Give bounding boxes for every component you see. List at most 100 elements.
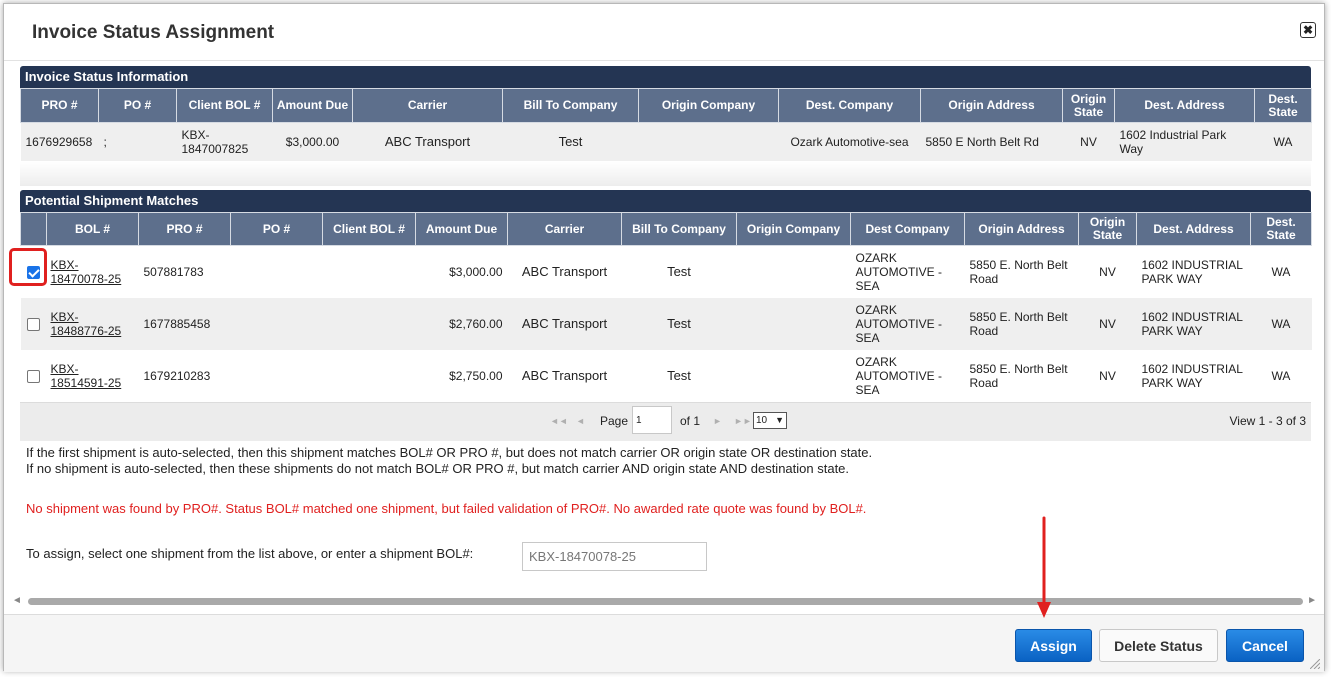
cell-carrier: ABC Transport [384,133,471,149]
bol-link[interactable]: KBX-18488776-25 [51,310,122,338]
next-page-icon[interactable]: ► [713,416,722,426]
col-header[interactable]: Bill To Company [621,212,737,246]
page-label: Page [600,414,629,428]
col-header[interactable]: PRO # [138,212,231,246]
cell-origin-state: NV [1080,134,1097,149]
chevron-down-icon: ▼ [775,415,784,425]
cell-pro: 1676929658 [25,134,93,149]
note-no-auto-selected: If no shipment is auto-selected, then th… [26,461,850,476]
col-header[interactable]: Origin Address [964,212,1079,246]
cell-bill-to: Test [667,367,691,383]
col-header[interactable]: Dest. Company [778,88,921,123]
cell-po [231,298,323,350]
assign-button[interactable]: Assign [1015,629,1092,662]
cell-origin-company [737,350,851,402]
rows-per-page-select[interactable]: 10 ▼ [753,412,787,429]
cell-origin-address: 5850 E North Belt Rd [925,134,1039,149]
row-checkbox[interactable] [26,317,40,331]
bol-input[interactable]: KBX-18470078-25 [522,542,707,571]
last-page-icon[interactable]: ►► [734,416,752,426]
cell-carrier: ABC Transport [521,315,608,331]
horizontal-scrollbar[interactable]: ◄ ► [12,594,1317,608]
col-header[interactable]: Origin State [1078,212,1137,246]
scroll-right-icon[interactable]: ► [1307,595,1317,606]
dialog-titlebar: Invoice Status Assignment ✖ [4,4,1324,61]
cell-amount-due: $3,000.00 [449,264,503,279]
prev-page-icon[interactable]: ◄ [576,416,585,426]
cell-dest-address: 1602 INDUSTRIAL PARK WAY [1141,309,1243,338]
cell-dest-company: Ozark Automotive-sea [790,134,909,149]
close-icon[interactable]: ✖ [1300,22,1316,38]
cell-dest-address: 1602 INDUSTRIAL PARK WAY [1141,361,1243,390]
col-header[interactable]: Dest. Address [1114,88,1255,123]
bol-link[interactable]: KBX-18514591-25 [51,362,122,390]
page-number-input[interactable]: 1 [632,406,672,434]
col-header[interactable]: PRO # [20,88,99,123]
delete-status-button[interactable]: Delete Status [1099,629,1218,662]
col-header[interactable]: Bill To Company [502,88,639,123]
table-row[interactable]: KBX-18470078-25 507881783 $3,000.00 ABC … [20,245,1312,298]
note-auto-selected: If the first shipment is auto-selected, … [26,445,873,460]
row-checkbox[interactable] [26,369,40,383]
view-count-label: View 1 - 3 of 3 [1229,414,1307,428]
grid-pager: ◄◄ ◄ Page 1 of 1 ► ►► 10 ▼ View 1 - 3 of … [20,402,1311,441]
col-header[interactable]: Client BOL # [322,212,416,246]
resize-grip-icon[interactable] [1310,659,1320,669]
shipment-matches-table: BOL # PRO # PO # Client BOL # Amount Due… [20,212,1312,402]
table-row[interactable]: KBX-18488776-25 1677885458 $2,760.00 ABC… [20,297,1312,350]
col-header[interactable]: PO # [230,212,323,246]
cell-bill-to: Test [667,315,691,331]
dialog-title: Invoice Status Assignment [32,22,275,43]
cell-dest-company: OZARK AUTOMOTIVE - SEA [855,354,942,397]
col-header[interactable]: Dest. State [1254,88,1312,123]
col-header[interactable]: Origin Company [638,88,779,123]
matches-section-title: Potential Shipment Matches [20,190,1311,212]
select-cell[interactable] [21,298,47,350]
rows-per-page-value: 10 [756,415,768,426]
cell-origin-address: 5850 E. North Belt Road [969,257,1068,286]
col-header[interactable]: Dest. State [1250,212,1312,246]
cell-dest-state: WA [1271,368,1291,383]
first-page-icon[interactable]: ◄◄ [550,416,568,426]
cell-client-bol [323,350,416,402]
col-header[interactable]: Carrier [507,212,622,246]
cell-amount-due: $3,000.00 [285,134,340,149]
col-header[interactable]: Origin State [1062,88,1115,123]
cell-dest-state: WA [1271,264,1291,279]
cell-po [231,350,323,402]
col-header[interactable]: Origin Company [736,212,851,246]
bol-link[interactable]: KBX-18470078-25 [51,258,122,286]
error-message: No shipment was found by PRO#. Status BO… [26,501,867,516]
cell-dest-address: 1602 INDUSTRIAL PARK WAY [1141,257,1243,286]
col-header-select [20,212,47,246]
select-cell[interactable] [21,350,47,402]
col-header[interactable]: Carrier [352,88,503,123]
scroll-left-icon[interactable]: ◄ [12,595,22,606]
col-header[interactable]: Amount Due [272,88,353,123]
col-header[interactable]: Amount Due [415,212,508,246]
col-header[interactable]: PO # [98,88,177,123]
cell-origin-state: NV [1099,368,1116,383]
checkbox-highlight-annotation [9,248,47,286]
cell-amount-due: $2,750.00 [449,368,503,383]
assign-prompt: To assign, select one shipment from the … [26,546,474,561]
scrollbar-thumb[interactable] [28,598,1303,605]
cell-client-bol [323,246,416,298]
cell-bill-to: Test [558,133,583,149]
col-header[interactable]: Origin Address [920,88,1063,123]
cell-origin-state: NV [1099,316,1116,331]
cancel-button[interactable]: Cancel [1226,629,1304,662]
col-header[interactable]: BOL # [46,212,139,246]
cell-origin-address: 5850 E. North Belt Road [969,309,1068,338]
invoice-section-title: Invoice Status Information [20,66,1311,88]
page-of-label: of 1 [680,414,701,428]
col-header[interactable]: Client BOL # [176,88,273,123]
cell-pro: 507881783 [143,264,204,279]
col-header[interactable]: Dest Company [850,212,965,246]
cell-origin-company [639,123,779,161]
cell-pro: 1677885458 [143,316,211,331]
cell-carrier: ABC Transport [521,367,608,383]
table-row[interactable]: KBX-18514591-25 1679210283 $2,750.00 ABC… [20,349,1312,402]
col-header[interactable]: Dest. Address [1136,212,1251,246]
cell-dest-address: 1602 Industrial Park Way [1119,127,1227,156]
